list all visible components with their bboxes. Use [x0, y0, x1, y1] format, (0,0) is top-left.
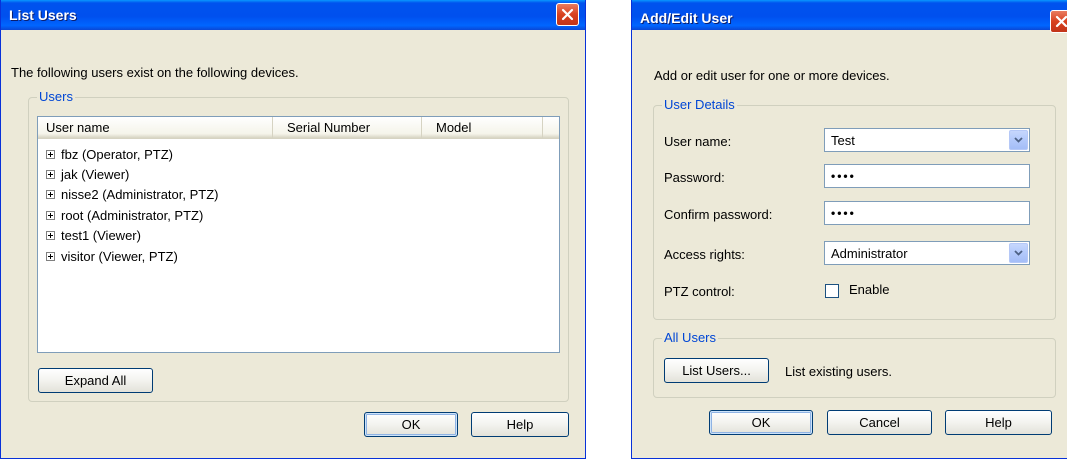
list-users-close-button[interactable]	[556, 3, 579, 26]
add-edit-user-title: Add/Edit User	[640, 10, 733, 26]
users-group: Users User name Serial Number Model fbz …	[28, 89, 569, 402]
list-users-button[interactable]: List Users...	[664, 358, 769, 383]
list-item[interactable]: test1 (Viewer)	[46, 226, 141, 244]
access-rights-value: Administrator	[831, 245, 908, 261]
list-users-description: List existing users.	[785, 364, 892, 379]
password-label: Password:	[664, 170, 725, 185]
column-header-user-name[interactable]: User name	[38, 117, 273, 138]
column-header-serial-number[interactable]: Serial Number	[273, 117, 422, 138]
expand-all-button[interactable]: Expand All	[38, 368, 153, 393]
add-edit-user-description: Add or edit user for one or more devices…	[654, 68, 890, 83]
password-field[interactable]: ••••	[824, 164, 1030, 188]
add-edit-user-content: Add or edit user for one or more devices…	[632, 30, 1067, 458]
user-name-combo[interactable]: Test	[824, 128, 1030, 152]
add-edit-user-window: Add/Edit User Add or edit user for one o…	[631, 0, 1067, 459]
close-icon	[1055, 15, 1067, 28]
expand-plus-icon[interactable]	[46, 169, 55, 179]
add-edit-user-titlebar[interactable]: Add/Edit User	[632, 0, 1067, 33]
expand-plus-icon[interactable]	[46, 230, 55, 240]
dropdown-arrow-icon[interactable]	[1009, 130, 1028, 150]
column-header-model[interactable]: Model	[422, 117, 543, 138]
list-item[interactable]: visitor (Viewer, PTZ)	[46, 247, 178, 265]
list-users-window: List Users The following users exist on …	[0, 0, 586, 459]
help-button[interactable]: Help	[471, 412, 569, 437]
all-users-group: All Users List Users... List existing us…	[653, 330, 1056, 398]
list-item-label: test1 (Viewer)	[61, 227, 141, 243]
cancel-button[interactable]: Cancel	[827, 410, 932, 435]
ptz-enable-checkbox[interactable]	[825, 284, 839, 298]
list-users-content: The following users exist on the followi…	[1, 30, 585, 458]
confirm-password-value: ••••	[831, 206, 856, 220]
expand-plus-icon[interactable]	[46, 149, 55, 159]
ok-button[interactable]: OK	[364, 412, 458, 437]
all-users-group-label: All Users	[662, 330, 719, 346]
list-item-label: visitor (Viewer, PTZ)	[61, 248, 178, 264]
list-item-label: nisse2 (Administrator, PTZ)	[61, 186, 219, 202]
confirm-password-label: Confirm password:	[664, 207, 773, 222]
dropdown-arrow-icon[interactable]	[1009, 243, 1028, 263]
ok-button[interactable]: OK	[709, 410, 813, 435]
access-rights-label: Access rights:	[664, 247, 745, 262]
expand-plus-icon[interactable]	[46, 210, 55, 220]
user-name-value: Test	[831, 132, 855, 148]
user-name-label: User name:	[664, 134, 732, 149]
help-button[interactable]: Help	[945, 410, 1052, 435]
close-icon	[561, 8, 574, 21]
list-item[interactable]: nisse2 (Administrator, PTZ)	[46, 185, 219, 203]
list-item[interactable]: jak (Viewer)	[46, 165, 129, 183]
user-details-group: User Details User name: Test Password: •…	[653, 97, 1056, 320]
listview-header: User name Serial Number Model	[38, 117, 559, 139]
users-listview[interactable]: User name Serial Number Model fbz (Opera…	[37, 116, 560, 353]
access-rights-combo[interactable]: Administrator	[824, 241, 1030, 265]
list-users-title: List Users	[9, 7, 77, 23]
ptz-control-label: PTZ control:	[664, 284, 735, 299]
list-users-titlebar[interactable]: List Users	[1, 0, 585, 30]
list-item-label: jak (Viewer)	[61, 166, 130, 182]
users-group-label: Users	[37, 89, 75, 105]
list-users-description: The following users exist on the followi…	[11, 65, 299, 80]
list-item-label: root (Administrator, PTZ)	[61, 207, 204, 223]
password-value: ••••	[831, 169, 856, 183]
ptz-enable-label[interactable]: Enable	[849, 282, 889, 297]
confirm-password-field[interactable]: ••••	[824, 201, 1030, 225]
expand-plus-icon[interactable]	[46, 189, 55, 199]
expand-plus-icon[interactable]	[46, 251, 55, 261]
list-item-label: fbz (Operator, PTZ)	[61, 146, 173, 162]
user-details-group-label: User Details	[662, 97, 737, 113]
list-item[interactable]: fbz (Operator, PTZ)	[46, 145, 173, 163]
list-item[interactable]: root (Administrator, PTZ)	[46, 206, 203, 224]
